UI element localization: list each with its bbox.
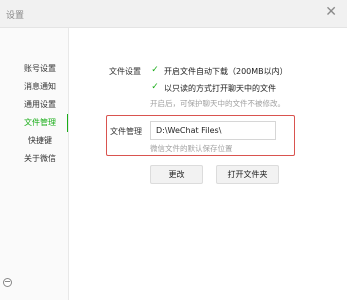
readonly-open-checkbox[interactable]: ✓ — [150, 82, 160, 92]
sidebar-item-about[interactable]: 关于微信 — [0, 150, 69, 168]
readonly-hint: 开启后，可保护聊天中的文件不被修改。 — [150, 99, 285, 108]
auto-download-checkbox[interactable]: ✓ — [150, 65, 160, 75]
checkmark-icon: ✓ — [151, 82, 159, 92]
file-manage-label: 文件管理 — [110, 127, 142, 136]
auto-download-label: 开启文件自动下载（200MB以内） — [164, 67, 288, 76]
title-bar: 设置 ✕ — [0, 0, 347, 28]
close-icon[interactable]: ✕ — [325, 5, 337, 19]
window-title: 设置 — [6, 11, 25, 21]
chat-icon[interactable] — [3, 278, 12, 287]
sidebar-item-file-management[interactable]: 文件管理 — [0, 114, 69, 132]
save-path-field[interactable]: D:\WeChat Files\ — [150, 121, 276, 140]
change-button[interactable]: 更改 — [150, 165, 203, 184]
sidebar-item-account[interactable]: 账号设置 — [0, 60, 69, 78]
sidebar-item-general[interactable]: 通用设置 — [0, 96, 69, 114]
checkmark-icon: ✓ — [151, 65, 159, 75]
open-folder-button[interactable]: 打开文件夹 — [216, 165, 279, 184]
sidebar-nav: 账号设置 消息通知 通用设置 文件管理 快捷键 关于微信 — [0, 60, 69, 168]
readonly-open-label: 以只读的方式打开聊天中的文件 — [164, 84, 276, 93]
save-path-hint: 微信文件的默认保存位置 — [150, 144, 233, 153]
sidebar-item-notifications[interactable]: 消息通知 — [0, 78, 69, 96]
sidebar-item-shortcuts[interactable]: 快捷键 — [0, 132, 69, 150]
file-settings-label: 文件设置 — [109, 67, 141, 76]
settings-panel: 文件设置 ✓ 开启文件自动下载（200MB以内） ✓ 以只读的方式打开聊天中的文… — [69, 28, 347, 300]
sidebar: 账号设置 消息通知 通用设置 文件管理 快捷键 关于微信 — [0, 28, 69, 300]
